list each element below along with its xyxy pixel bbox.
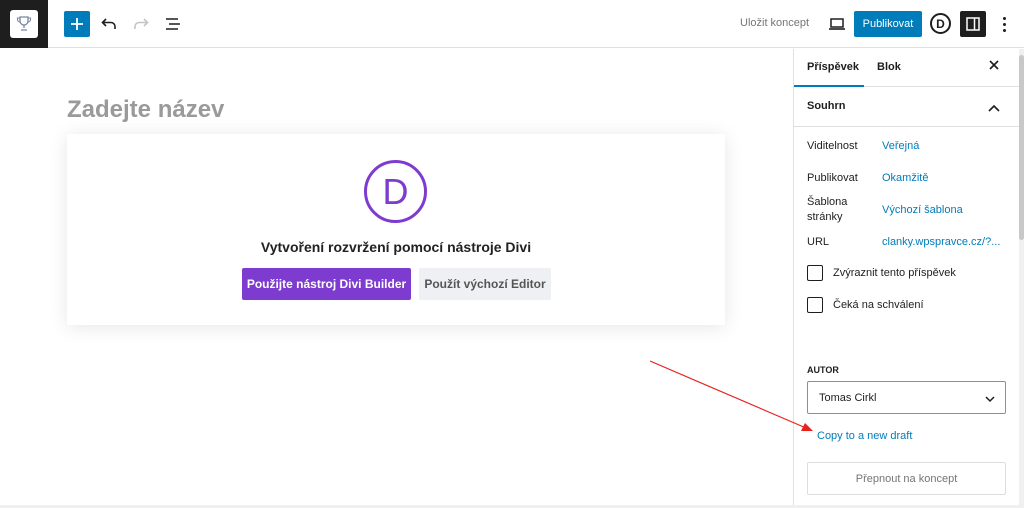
document-overview-button[interactable] bbox=[161, 12, 185, 36]
template-value[interactable]: Výchozí šablona bbox=[882, 204, 963, 216]
sidebar-panel-icon bbox=[966, 17, 980, 31]
sticky-post-checkbox-row[interactable]: Zvýraznit tento příspěvek bbox=[807, 265, 956, 281]
divi-icon[interactable]: D bbox=[930, 13, 951, 34]
close-icon bbox=[989, 60, 999, 70]
dot-icon bbox=[1002, 28, 1006, 32]
save-draft-button[interactable]: Uložit koncept bbox=[740, 17, 809, 29]
top-toolbar: Uložit koncept Publikovat D bbox=[0, 0, 1024, 48]
url-value[interactable]: clanky.wpspravce.cz/?... bbox=[882, 236, 1000, 248]
publish-label: Publikovat bbox=[807, 172, 858, 184]
editor-canvas: Zadejte název D Vytvoření rozvržení pomo… bbox=[0, 49, 793, 508]
chevron-up-icon bbox=[988, 99, 1000, 117]
divi-logo-icon: D bbox=[364, 160, 427, 223]
sticky-post-label: Zvýraznit tento příspěvek bbox=[833, 267, 956, 279]
list-view-icon bbox=[166, 18, 180, 30]
more-options-button[interactable] bbox=[998, 14, 1010, 34]
close-sidebar-button[interactable] bbox=[988, 58, 1000, 76]
publish-button[interactable]: Publikovat bbox=[854, 11, 922, 37]
redo-button[interactable] bbox=[129, 12, 153, 36]
chevron-down-icon bbox=[985, 394, 995, 406]
author-select[interactable]: Tomas Cirkl bbox=[807, 381, 1006, 414]
copy-to-new-draft-link[interactable]: Copy to a new draft bbox=[817, 430, 912, 442]
settings-sidebar: Příspěvek Blok Souhrn Viditelnost Veřejn… bbox=[793, 49, 1019, 508]
divi-heading: Vytvoření rozvržení pomocí nástroje Divi bbox=[260, 239, 532, 255]
preview-button[interactable] bbox=[825, 12, 849, 36]
url-label: URL bbox=[807, 236, 830, 248]
visibility-label: Viditelnost bbox=[807, 140, 858, 152]
pending-review-checkbox[interactable] bbox=[807, 297, 823, 313]
sidebar-tabs: Příspěvek Blok bbox=[794, 49, 1019, 87]
dot-icon bbox=[1002, 22, 1006, 26]
summary-panel-header[interactable]: Souhrn bbox=[794, 87, 1019, 127]
pending-review-label: Čeká na schválení bbox=[833, 299, 924, 311]
add-block-button[interactable] bbox=[64, 11, 90, 37]
plus-icon bbox=[71, 18, 83, 30]
use-divi-builder-button[interactable]: Použijte nástroj Divi Builder bbox=[242, 268, 411, 300]
sticky-post-checkbox[interactable] bbox=[807, 265, 823, 281]
publish-value[interactable]: Okamžitě bbox=[882, 172, 928, 184]
visibility-value[interactable]: Veřejná bbox=[882, 140, 919, 152]
divi-builder-card: D Vytvoření rozvržení pomocí nástroje Di… bbox=[67, 134, 725, 325]
scrollbar-thumb[interactable] bbox=[1019, 55, 1024, 240]
template-label: Šablona stránky bbox=[807, 196, 848, 223]
tab-post[interactable]: Příspěvek bbox=[807, 61, 859, 73]
summary-title: Souhrn bbox=[807, 100, 846, 112]
undo-icon bbox=[101, 18, 116, 29]
trophy-icon bbox=[10, 10, 38, 38]
use-default-editor-button[interactable]: Použít výchozí Editor bbox=[419, 268, 551, 300]
switch-to-draft-button[interactable]: Přepnout na koncept bbox=[807, 462, 1006, 495]
desktop-icon bbox=[829, 18, 845, 30]
redo-icon bbox=[134, 18, 149, 29]
tab-block[interactable]: Blok bbox=[877, 61, 901, 73]
settings-button[interactable] bbox=[960, 11, 986, 37]
author-value: Tomas Cirkl bbox=[819, 391, 877, 404]
dot-icon bbox=[1002, 16, 1006, 20]
site-logo-button[interactable] bbox=[0, 0, 48, 48]
undo-button[interactable] bbox=[97, 12, 121, 36]
post-title-input[interactable]: Zadejte název bbox=[67, 96, 224, 124]
pending-review-checkbox-row[interactable]: Čeká na schválení bbox=[807, 297, 924, 313]
author-label: AUTOR bbox=[807, 365, 839, 375]
